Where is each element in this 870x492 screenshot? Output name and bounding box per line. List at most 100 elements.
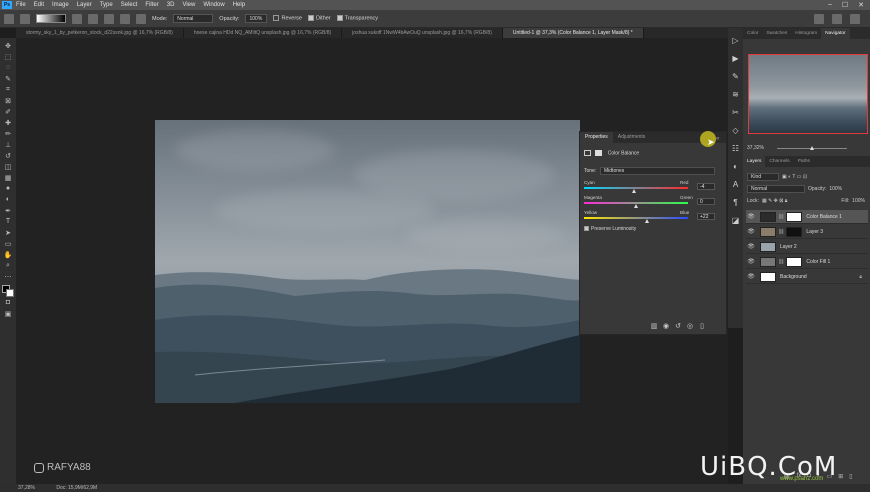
clone-source-icon[interactable]: ✂ [731, 108, 741, 118]
layer-name[interactable]: Color Balance 1 [806, 214, 842, 220]
clone-stamp-tool-icon[interactable]: ⊥ [3, 140, 13, 150]
zoom-slider[interactable] [777, 146, 847, 150]
mode-select[interactable]: Normal [173, 14, 214, 23]
reset-icon[interactable]: ↺ [674, 323, 682, 331]
3d-icon[interactable]: ◇ [731, 126, 741, 136]
trash-icon[interactable]: ▯ [849, 473, 852, 480]
layer-thumbnail[interactable] [760, 256, 776, 267]
reverse-checkbox[interactable]: Reverse [273, 15, 302, 22]
slider-value-field[interactable]: -4 [697, 183, 715, 190]
layer-thumbnail[interactable] [760, 241, 776, 252]
adjustments-icon[interactable]: ◐ [731, 162, 741, 172]
link-icon[interactable]: ⛓ [778, 229, 784, 235]
layer-name[interactable]: Layer 2 [780, 244, 797, 250]
diamond-gradient-icon[interactable] [136, 13, 146, 24]
eraser-tool-icon[interactable]: ◫ [3, 162, 13, 172]
link-icon[interactable]: ⛓ [778, 214, 784, 220]
search-icon[interactable] [814, 14, 824, 24]
visibility-eye-icon[interactable]: 👁︎ [746, 213, 756, 220]
clip-to-layer-icon[interactable]: ▥ [650, 323, 658, 331]
reflected-gradient-icon[interactable] [120, 13, 130, 24]
path-select-tool-icon[interactable]: ➤ [3, 228, 13, 238]
libraries-icon[interactable]: ≋ [731, 90, 741, 100]
navigator-preview[interactable] [748, 54, 868, 134]
character-icon[interactable]: A [731, 180, 741, 190]
document-tab[interactable]: hoese cajina HDd NQ_AMlitQ unsplash.jpg … [184, 28, 343, 38]
menu-layer[interactable]: Layer [73, 2, 96, 8]
blur-tool-icon[interactable]: ● [3, 184, 13, 194]
color-slider[interactable] [584, 217, 688, 219]
properties-icon[interactable]: ☷ [731, 144, 741, 154]
slider-knob[interactable] [631, 189, 636, 193]
quick-mask-icon[interactable]: ◘ [3, 298, 13, 308]
menu-select[interactable]: Select [117, 2, 142, 8]
zoom-value[interactable]: 37,32% [747, 145, 764, 151]
maximize-icon[interactable]: ☐ [842, 1, 848, 9]
tab-histogram[interactable]: Histogram [791, 28, 821, 39]
minimize-icon[interactable]: – [828, 1, 832, 9]
layer-row[interactable]: 👁︎ Layer 2 [746, 240, 868, 254]
hand-tool-icon[interactable]: ✋ [3, 250, 13, 260]
dither-checkbox[interactable]: Dither [307, 15, 331, 22]
tab-swatches[interactable]: Swatches [762, 28, 791, 39]
lasso-tool-icon[interactable]: ◌ [3, 63, 13, 73]
brush-settings-icon[interactable]: ✎ [731, 72, 741, 82]
history-icon[interactable]: ▷ [731, 36, 741, 46]
shape-tool-icon[interactable]: ▭ [3, 239, 13, 249]
opacity-field[interactable]: 100% [245, 14, 268, 23]
visibility-icon[interactable]: ◎ [686, 323, 694, 331]
tool-preset-icon[interactable] [20, 13, 30, 24]
tab-layers[interactable]: Layers [743, 156, 766, 167]
photoshop-logo-icon[interactable]: Ps [2, 1, 12, 9]
tab-properties[interactable]: Properties [580, 132, 613, 143]
tab-adjustments[interactable]: Adjustments [613, 132, 651, 143]
menu-image[interactable]: Image [48, 2, 73, 8]
document-image[interactable] [155, 120, 580, 403]
home-icon[interactable] [4, 13, 14, 24]
layer-row[interactable]: 👁︎ ⛓ Color Fill 1 [746, 255, 868, 269]
gradient-picker[interactable] [36, 14, 66, 23]
screen-mode-icon[interactable]: ▣ [3, 309, 13, 319]
slider-value-field[interactable]: 0 [697, 198, 715, 205]
document-tab[interactable]: stormy_sky_1_by_petkeron_stock_d22ssnk.j… [16, 28, 184, 38]
quick-select-tool-icon[interactable]: ✎ [3, 74, 13, 84]
slider-knob[interactable] [645, 219, 650, 223]
slider-value-field[interactable]: +22 [697, 213, 715, 220]
layer-thumbnail[interactable] [760, 226, 776, 237]
move-tool-icon[interactable]: ✥ [3, 41, 13, 51]
layer-mask-thumbnail[interactable] [786, 226, 803, 237]
layer-name[interactable]: Layer 3 [806, 229, 823, 235]
gradient-tool-icon[interactable]: ▦ [3, 173, 13, 183]
pen-tool-icon[interactable]: ✒ [3, 206, 13, 216]
document-tab[interactable]: Untitled-1 @ 37,3% (Color Balance 1, Lay… [502, 28, 644, 38]
filter-kind-select[interactable]: Kind [747, 172, 779, 181]
tab-paths[interactable]: Paths [794, 156, 814, 167]
marquee-tool-icon[interactable]: ⬚ [3, 52, 13, 62]
radial-gradient-icon[interactable] [88, 13, 98, 24]
zoom-tool-icon[interactable]: ⌕ [3, 261, 13, 271]
menu-window[interactable]: Window [199, 2, 228, 8]
layer-row[interactable]: 👁︎ ⛓ Layer 3 [746, 225, 868, 239]
layer-name[interactable]: Color Fill 1 [806, 259, 830, 265]
styles-icon[interactable]: ◪ [731, 216, 741, 226]
menu-filter[interactable]: Filter [141, 2, 162, 8]
color-swatches[interactable] [2, 285, 14, 297]
brush-tool-icon[interactable]: ✏ [3, 129, 13, 139]
tab-navigator[interactable]: Navigator [821, 28, 850, 39]
layer-row[interactable]: 👁︎ Background 🔒︎ [746, 270, 868, 284]
history-brush-tool-icon[interactable]: ↺ [3, 151, 13, 161]
lock-icons[interactable]: ▦ ✎ ✥ ⊠ 🔒︎ [762, 198, 788, 204]
frame-tool-icon[interactable]: ⊠ [3, 96, 13, 106]
filter-icons[interactable]: ▣ ◐ T ▭ ⊡ [782, 174, 807, 180]
dodge-tool-icon[interactable]: ◐ [3, 195, 13, 205]
visibility-eye-icon[interactable]: 👁︎ [746, 228, 756, 235]
color-slider[interactable] [584, 187, 688, 189]
angle-gradient-icon[interactable] [104, 13, 114, 24]
transparency-checkbox[interactable]: Transparency [336, 15, 378, 22]
share-icon[interactable] [850, 14, 860, 24]
fill-field[interactable]: 100% [852, 198, 865, 204]
type-tool-icon[interactable]: T [3, 217, 13, 227]
layer-mask-thumbnail[interactable] [786, 211, 803, 222]
new-layer-icon[interactable]: ⊞ [838, 473, 843, 480]
visibility-eye-icon[interactable]: 👁︎ [746, 258, 756, 265]
